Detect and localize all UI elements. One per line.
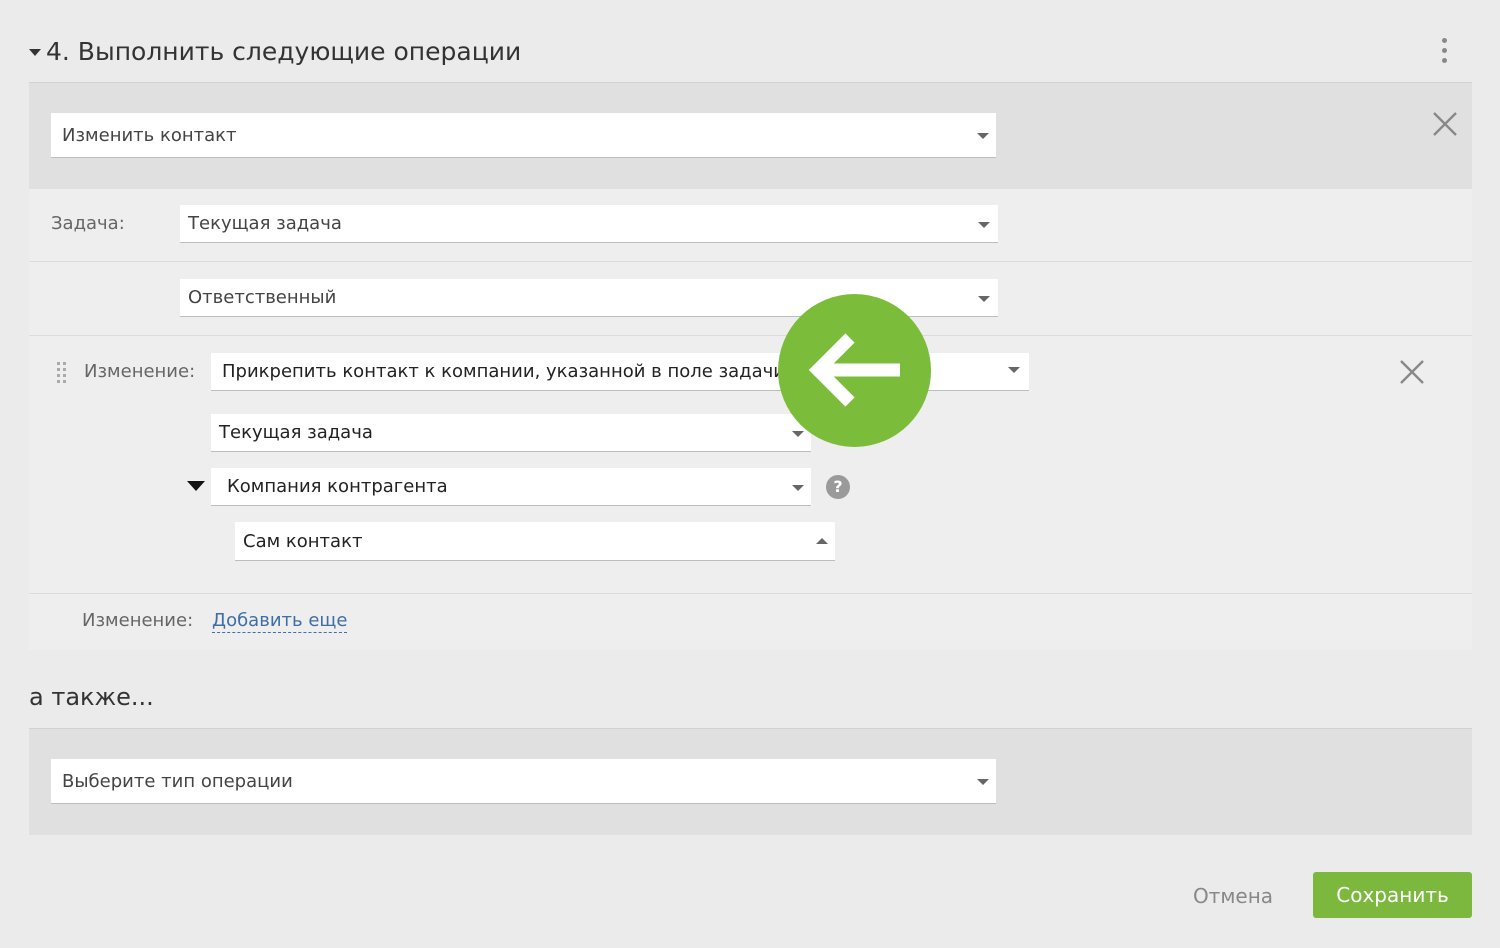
change-field-value: Компания контрагента: [227, 476, 448, 497]
cancel-button[interactable]: Отмена: [1188, 880, 1278, 912]
change-field-select[interactable]: Компания контрагента: [211, 468, 811, 506]
remove-operation-icon[interactable]: [1432, 111, 1458, 137]
arrow-left-icon: [808, 333, 900, 407]
also-heading: а также...: [29, 683, 154, 711]
divider: [29, 261, 1472, 262]
add-change-link[interactable]: Добавить еще: [212, 610, 348, 633]
operation-type-select[interactable]: Изменить контакт: [51, 113, 996, 158]
change-label: Изменение:: [84, 361, 196, 382]
chevron-up-icon: [816, 538, 828, 544]
chevron-down-icon: [792, 485, 804, 491]
chevron-down-icon: [978, 296, 990, 302]
task-field-value: Ответственный: [188, 287, 337, 308]
fallback-value: Сам контакт: [243, 531, 363, 552]
chevron-down-icon: [977, 133, 989, 139]
remove-change-icon[interactable]: [1399, 359, 1425, 385]
chevron-down-icon: [978, 222, 990, 228]
operation-type-select-new[interactable]: Выберите тип операции: [51, 759, 996, 804]
change-source-select[interactable]: Текущая задача: [211, 414, 811, 452]
more-menu-icon[interactable]: [1432, 36, 1456, 66]
task-label: Задача:: [51, 213, 125, 234]
help-icon[interactable]: ?: [826, 475, 850, 499]
change-source-value: Текущая задача: [219, 422, 373, 443]
add-change-label: Изменение:: [82, 610, 194, 631]
divider: [29, 593, 1472, 594]
chevron-down-icon: [1008, 367, 1020, 373]
collapse-caret-icon[interactable]: [29, 49, 41, 56]
task-select-value: Текущая задача: [188, 213, 342, 234]
fallback-select[interactable]: Сам контакт: [235, 522, 835, 561]
section-title: 4. Выполнить следующие операции: [46, 37, 522, 66]
arrow-left-badge: [778, 294, 931, 447]
chevron-down-icon: [977, 779, 989, 785]
save-button[interactable]: Сохранить: [1313, 872, 1472, 918]
expand-toggle-icon[interactable]: [187, 481, 205, 491]
operation-type-value: Изменить контакт: [62, 125, 237, 146]
operation-type-placeholder: Выберите тип операции: [62, 771, 293, 792]
task-select[interactable]: Текущая задача: [180, 205, 998, 243]
divider: [29, 335, 1472, 336]
change-action-value: Прикрепить контакт к компании, указанной…: [222, 361, 785, 382]
drag-handle-icon[interactable]: [57, 362, 69, 384]
